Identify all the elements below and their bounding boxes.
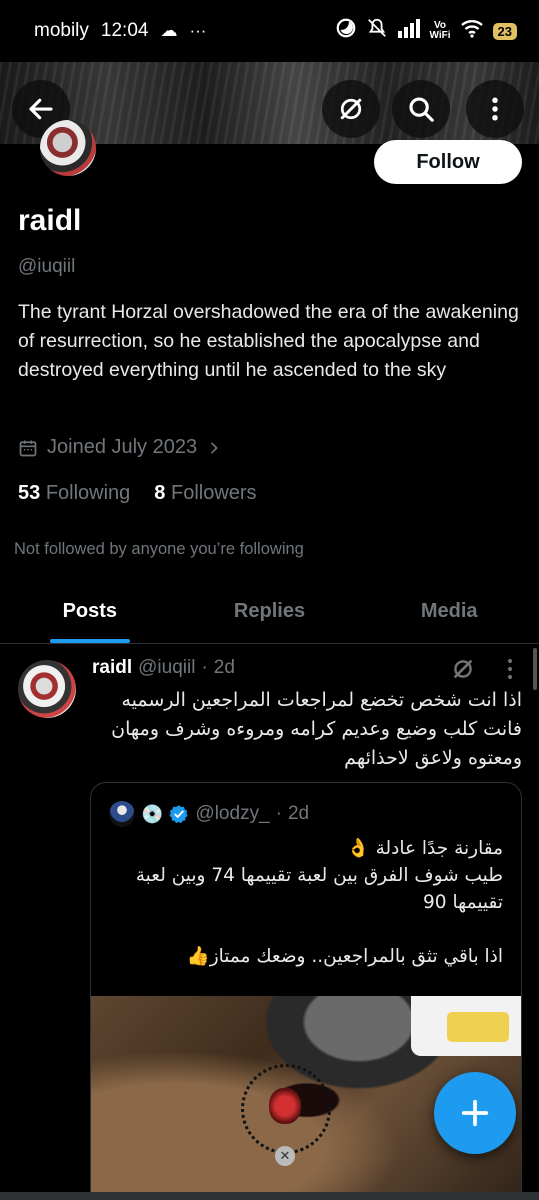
profile-handle: @iuqiil	[18, 256, 76, 277]
cloud-icon: ☁	[160, 21, 178, 40]
following-count: 53	[18, 482, 41, 504]
quote-text: مقارنة جدًا عادلة 👌 طيب شوف الفرق بين لع…	[135, 838, 503, 967]
do-not-disturb-icon	[335, 17, 357, 45]
post-author-name[interactable]: raidl	[92, 657, 132, 679]
profile-tabs: Posts Replies Media	[0, 588, 539, 644]
more-vertical-icon	[492, 97, 498, 121]
followers-label: Followers	[170, 482, 257, 504]
post-time: 2d	[213, 657, 235, 678]
quote-avatar[interactable]	[109, 801, 135, 827]
grok-button[interactable]	[322, 80, 380, 138]
arrow-left-icon	[29, 98, 53, 120]
compose-post-button[interactable]	[434, 1072, 516, 1154]
quote-separator: ·	[275, 803, 282, 824]
verified-badge-icon	[170, 805, 189, 824]
quote-author-handle: @lodzy_	[195, 803, 270, 824]
profile-bio: The tyrant Horzal overshadowed the era o…	[18, 301, 519, 381]
joined-date[interactable]: Joined July 2023	[18, 436, 222, 459]
profile-avatar[interactable]	[40, 120, 96, 176]
media-red-object	[269, 1088, 301, 1124]
joined-label: Joined July 2023	[47, 436, 198, 458]
following-label: Following	[45, 482, 131, 504]
profile-display-name: raidl	[18, 204, 82, 237]
more-options-button[interactable]	[466, 80, 524, 138]
active-tab-indicator	[49, 639, 130, 643]
tab-media-label: Media	[420, 600, 478, 622]
tab-media[interactable]: Media	[359, 588, 539, 643]
follow-stats: 53 Following 8 Followers	[18, 482, 257, 505]
media-button-icon: ✕	[275, 1146, 295, 1166]
grok-icon[interactable]	[450, 656, 476, 682]
carrier-label: mobily	[34, 20, 89, 41]
followers-count: 8	[154, 482, 166, 504]
quote-header: 💿 @lodzy_ · 2d	[109, 801, 309, 827]
clock: 12:04	[100, 20, 149, 41]
following-link[interactable]: 53 Following	[18, 482, 130, 505]
plus-icon	[461, 1099, 489, 1127]
grok-icon	[340, 98, 362, 120]
tab-replies[interactable]: Replies	[180, 588, 360, 643]
wifi-icon	[460, 18, 484, 44]
battery-indicator: 23	[492, 22, 517, 40]
post-header: raidl @iuqiil · 2d	[92, 657, 235, 679]
quote-name-emoji: 💿	[141, 803, 164, 824]
tab-posts[interactable]: Posts	[0, 588, 180, 643]
next-post-edge	[0, 1192, 539, 1200]
post-separator: ·	[201, 657, 208, 678]
signal-icon	[397, 18, 421, 44]
post-avatar[interactable]	[18, 660, 76, 718]
mute-icon	[366, 17, 388, 45]
post-text: اذا انت شخص تخضع لمراجعات المراجعين الرس…	[111, 689, 522, 769]
media-ui-panel	[411, 996, 521, 1056]
scrollbar-thumb[interactable]	[533, 648, 537, 690]
post-author-handle[interactable]: @iuqiil	[138, 657, 195, 679]
tab-replies-label: Replies	[233, 600, 306, 622]
followers-link[interactable]: 8 Followers	[154, 482, 256, 505]
follow-button[interactable]: Follow	[374, 140, 522, 184]
status-bar: mobily 12:04 ☁ ··· Vo WiFi 23	[0, 0, 539, 62]
post-more-icon[interactable]	[500, 655, 520, 683]
vowifi-bottom: WiFi	[429, 30, 451, 41]
vowifi-icon: Vo WiFi	[430, 21, 451, 41]
tab-posts-label: Posts	[62, 600, 118, 622]
not-followed-notice: Not followed by anyone you’re following	[14, 540, 304, 558]
status-overflow-dots: ···	[189, 21, 207, 40]
chevron-right-icon	[211, 442, 218, 453]
quote-time: 2d	[287, 803, 310, 824]
calendar-icon	[19, 440, 37, 456]
search-icon	[409, 97, 434, 122]
search-button[interactable]	[392, 80, 450, 138]
